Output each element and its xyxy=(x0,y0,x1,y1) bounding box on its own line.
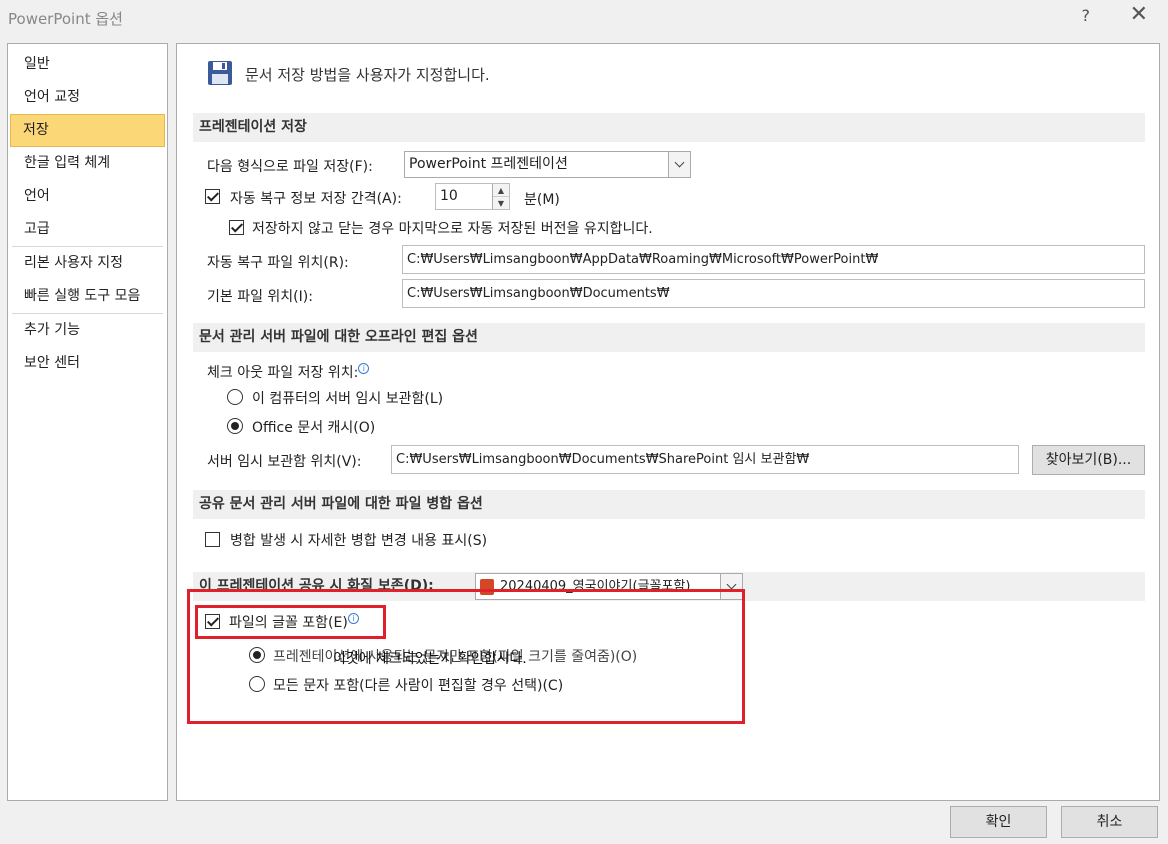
minutes-label: 분(M) xyxy=(524,192,560,208)
sidebar-item-proofing[interactable]: 언어 교정 xyxy=(10,81,165,114)
section-header-save-presentations: 프레젠테이션 저장 xyxy=(193,113,1145,142)
title-bar: PowerPoint 옵션 ? ✕ xyxy=(0,0,1168,36)
sidebar-item-language[interactable]: 언어 xyxy=(10,180,165,213)
keep-last-autosaved-checkbox[interactable] xyxy=(229,220,244,235)
sidebar-item-addins[interactable]: 추가 기능 xyxy=(10,314,165,347)
radio-server-drafts-label: 이 컴퓨터의 서버 임시 보관함(L) xyxy=(252,391,444,407)
save-format-dropdown[interactable]: PowerPoint 프레젠테이션 xyxy=(404,151,691,178)
ok-button[interactable]: 확인 xyxy=(950,806,1047,838)
sidebar-item-korean-ime[interactable]: 한글 입력 체계 xyxy=(10,147,165,180)
merge-details-label: 병합 발생 시 자세한 병합 변경 내용 표시(S) xyxy=(230,533,488,549)
save-icon xyxy=(208,61,232,85)
autorecover-label: 자동 복구 정보 저장 간격(A): xyxy=(230,191,402,207)
sidebar: 일반 언어 교정 저장 한글 입력 체계 언어 고급 리본 사용자 지정 빠른 … xyxy=(7,43,168,801)
server-drafts-location-input[interactable]: C:₩Users₩Limsangboon₩Documents₩SharePoin… xyxy=(391,445,1019,474)
browse-button[interactable]: 찾아보기(B)... xyxy=(1032,445,1145,475)
sidebar-item-quick-access[interactable]: 빠른 실행 도구 모음 xyxy=(10,280,165,313)
spin-down-icon[interactable]: ▼ xyxy=(493,197,509,209)
save-format-value: PowerPoint 프레젠테이션 xyxy=(409,156,568,172)
autorecover-location-label: 자동 복구 파일 위치(R): xyxy=(207,255,349,271)
section-header-offline-editing: 문서 관리 서버 파일에 대한 오프라인 편집 옵션 xyxy=(193,323,1145,352)
autorecover-minutes-value: 10 xyxy=(440,188,458,204)
keep-last-autosaved-label: 저장하지 않고 닫는 경우 마지막으로 자동 저장된 버전을 유지합니다. xyxy=(252,221,653,237)
radio-office-cache-label: Office 문서 캐시(O) xyxy=(252,420,376,436)
close-icon[interactable]: ✕ xyxy=(1130,2,1148,27)
radio-office-cache[interactable] xyxy=(227,418,243,434)
window-title: PowerPoint 옵션 xyxy=(8,10,123,28)
autorecover-location-value: C:₩Users₩Limsangboon₩AppData₩Roaming₩Mic… xyxy=(407,252,879,267)
help-icon[interactable]: ? xyxy=(1082,6,1091,25)
merge-details-checkbox[interactable] xyxy=(205,532,220,547)
server-drafts-location-value: C:₩Users₩Limsangboon₩Documents₩SharePoin… xyxy=(396,452,810,467)
default-location-input[interactable]: C:₩Users₩Limsangboon₩Documents₩ xyxy=(402,279,1145,308)
section-header-merge-options: 공유 문서 관리 서버 파일에 대한 파일 병합 옵션 xyxy=(193,490,1145,519)
chevron-down-icon[interactable] xyxy=(668,152,690,177)
default-location-value: C:₩Users₩Limsangboon₩Documents₩ xyxy=(407,286,670,301)
autorecover-minutes-input[interactable]: 10 ▲ ▼ xyxy=(435,183,510,210)
save-format-label: 다음 형식으로 파일 저장(F): xyxy=(207,159,373,175)
autorecover-location-input[interactable]: C:₩Users₩Limsangboon₩AppData₩Roaming₩Mic… xyxy=(402,245,1145,274)
main-panel: 문서 저장 방법을 사용자가 지정합니다. 프레젠테이션 저장 다음 형식으로 … xyxy=(176,43,1160,801)
sidebar-item-customize-ribbon[interactable]: 리본 사용자 지정 xyxy=(10,247,165,280)
checkout-location-text: 체크 아웃 파일 저장 위치: xyxy=(207,365,359,381)
page-heading: 문서 저장 방법을 사용자가 지정합니다. xyxy=(245,66,490,84)
spin-up-icon[interactable]: ▲ xyxy=(493,184,509,197)
cancel-button[interactable]: 취소 xyxy=(1061,806,1158,838)
checkout-location-label: 체크 아웃 파일 저장 위치: i xyxy=(207,362,370,382)
radio-server-drafts[interactable] xyxy=(227,389,243,405)
sidebar-item-save[interactable]: 저장 xyxy=(10,114,165,147)
highlight-box-embed-fonts xyxy=(195,605,386,639)
spinner[interactable]: ▲ ▼ xyxy=(492,184,509,209)
default-location-label: 기본 파일 위치(I): xyxy=(207,289,313,305)
sidebar-item-trust-center[interactable]: 보안 센터 xyxy=(10,347,165,380)
sidebar-item-advanced[interactable]: 고급 xyxy=(10,213,165,246)
autorecover-checkbox[interactable] xyxy=(205,189,220,204)
sidebar-item-general[interactable]: 일반 xyxy=(10,48,165,81)
info-icon: i xyxy=(358,363,370,375)
server-drafts-location-label: 서버 임시 보관함 위치(V): xyxy=(207,454,362,470)
